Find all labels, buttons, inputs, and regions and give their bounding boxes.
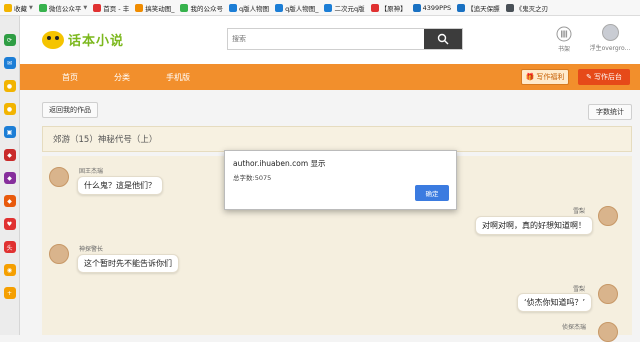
- dialog-title: author.ihuaben.com 显示: [233, 159, 326, 168]
- chat-bubble-icon[interactable]: ●: [3, 103, 16, 115]
- search-input[interactable]: [228, 29, 424, 49]
- bookmark-item[interactable]: 【追天保膘: [457, 3, 500, 13]
- wechat-icon: [180, 3, 189, 12]
- game-icon[interactable]: ◆: [3, 149, 16, 161]
- paw-icon: [324, 3, 333, 12]
- bookmark-item[interactable]: 首页 - 丰: [93, 3, 129, 13]
- heart-icon[interactable]: ♥: [3, 218, 16, 230]
- site-icon: [412, 3, 421, 12]
- video-icon: [505, 3, 514, 12]
- word-count-button[interactable]: 字数统计: [588, 104, 632, 120]
- avatar: [49, 244, 69, 264]
- dialog-message: 总字数:5075: [233, 174, 272, 182]
- avatar: [49, 167, 69, 187]
- gift-icon: 🎁: [525, 73, 535, 81]
- site-icon: [93, 3, 102, 12]
- wechat-icon: [38, 3, 47, 12]
- browser-sidebar: ⟳ ✉ ● ● ▣ ◆ ◆ ◆ ♥ 头 ◉ +: [0, 16, 20, 335]
- bookmark-item[interactable]: 《鬼灭之刃: [505, 3, 548, 13]
- paw-icon: [228, 3, 237, 12]
- bookmark-item[interactable]: 我的公众号: [180, 3, 223, 13]
- avatar: [598, 284, 618, 304]
- bilibili-icon: [370, 3, 379, 12]
- search-button[interactable]: [424, 29, 462, 49]
- site-logo[interactable]: 话本小说: [42, 30, 124, 49]
- work-title: 郊游（15）神秘代号（上）: [42, 126, 632, 152]
- writing-backend-button[interactable]: ✎ 写作后台: [578, 69, 630, 85]
- site-header: 话本小说 书架 浮生overgro...: [20, 16, 640, 64]
- writing-welfare-button[interactable]: 🎁 写作福利: [521, 69, 569, 85]
- refresh-icon[interactable]: ⟳: [3, 34, 16, 46]
- game-icon[interactable]: ◆: [3, 195, 16, 207]
- site-icon: [457, 3, 466, 12]
- alert-dialog: author.ihuaben.com 显示 总字数:5075 确定: [224, 150, 457, 210]
- logo-mascot-icon: [42, 30, 64, 49]
- bookmark-item[interactable]: q版人物图_: [275, 3, 318, 13]
- weibo-icon[interactable]: ◉: [3, 264, 16, 276]
- search-box: [227, 28, 463, 50]
- avatar: [601, 24, 619, 41]
- edit-icon: ✎: [586, 73, 592, 81]
- bookmark-item[interactable]: 4399PPS: [412, 3, 451, 12]
- avatar: [598, 206, 618, 226]
- bookmark-item[interactable]: 微信公众平 ▼: [38, 3, 88, 13]
- bookshelf-icon: [556, 26, 572, 42]
- game-icon[interactable]: ◆: [3, 172, 16, 184]
- star-icon: [4, 3, 12, 12]
- nav-mobile[interactable]: 手机版: [166, 72, 190, 83]
- bookshelf-link[interactable]: 书架: [553, 26, 575, 53]
- toutiao-icon[interactable]: 头: [3, 241, 16, 253]
- nav-home[interactable]: 首页: [62, 72, 78, 83]
- user-menu[interactable]: 浮生overgro...: [586, 24, 634, 52]
- bookmark-favorites[interactable]: 收藏 ▼: [4, 3, 33, 13]
- chevron-down-icon: ▼: [83, 4, 88, 11]
- site-icon: [135, 3, 144, 12]
- back-to-works-button[interactable]: 返回我的作品: [42, 102, 98, 118]
- plus-icon[interactable]: +: [3, 287, 16, 299]
- nav-category[interactable]: 分类: [114, 72, 130, 83]
- bookmark-item[interactable]: q版人物图: [228, 3, 269, 13]
- main-nav: 首页 分类 手机版 🎁 写作福利 ✎ 写作后台: [20, 64, 640, 90]
- bookmarks-bar: 收藏 ▼ 微信公众平 ▼ 首页 - 丰 搞笑动图_ 我的公众号 q版人物图 q版人…: [0, 0, 640, 16]
- chat-icon[interactable]: ●: [3, 80, 16, 92]
- ok-button[interactable]: 确定: [415, 185, 449, 201]
- chevron-down-icon: ▼: [29, 4, 33, 11]
- search-icon: [437, 33, 449, 45]
- avatar: [598, 322, 618, 342]
- mail-icon[interactable]: ✉: [3, 57, 16, 69]
- paw-icon: [275, 3, 284, 12]
- tv-icon[interactable]: ▣: [3, 126, 16, 138]
- bookmark-item[interactable]: 二次元q版: [324, 3, 365, 13]
- bookmark-item[interactable]: 【原神】: [370, 3, 407, 13]
- bookmark-item[interactable]: 搞笑动图_: [135, 3, 174, 13]
